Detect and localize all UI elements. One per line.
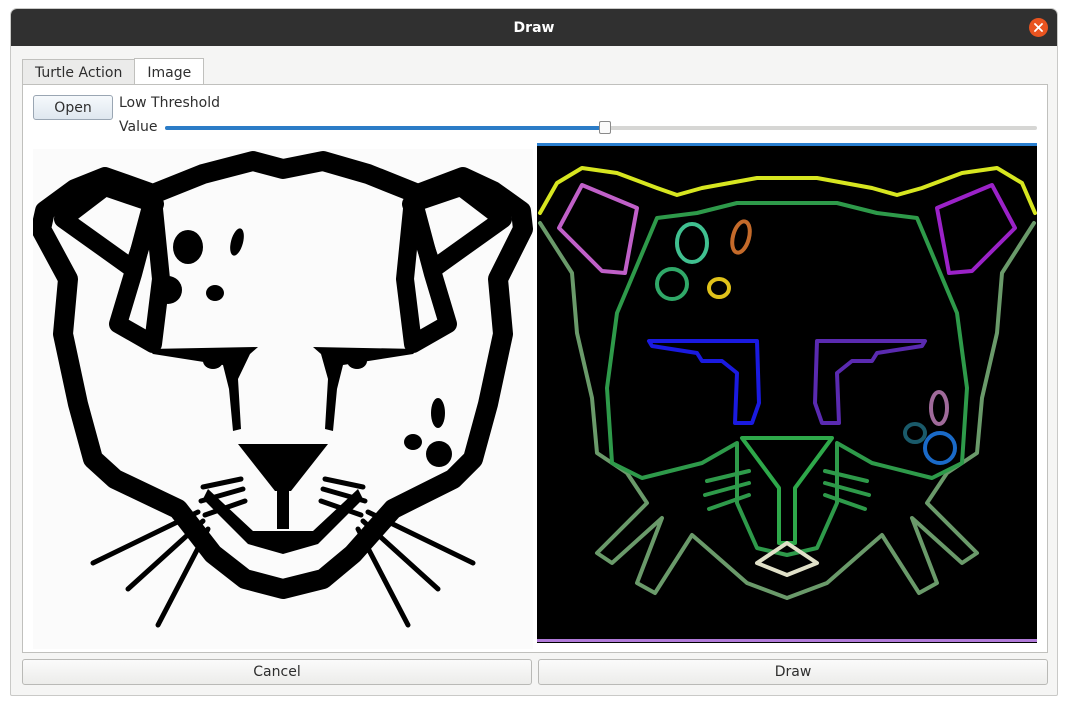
edge-spot-7 <box>923 431 957 465</box>
draw-dialog: Draw Turtle Action Image Open Low Thresh… <box>10 8 1058 696</box>
edge-right-ear <box>935 183 1017 275</box>
slider-fill <box>165 126 606 130</box>
low-threshold-slider[interactable] <box>165 121 1037 134</box>
edge-left-ear <box>557 183 639 275</box>
value-label: Value <box>119 119 158 135</box>
low-threshold-label: Low Threshold <box>119 95 221 111</box>
close-icon <box>1034 23 1043 32</box>
edge-left-whiskers <box>703 469 751 511</box>
edge-spot-3 <box>655 267 689 301</box>
edge-bottom-line <box>537 639 1037 642</box>
tab-turtle-action[interactable]: Turtle Action <box>22 59 136 85</box>
tab-bar: Turtle Action Image <box>22 57 205 86</box>
window-title: Draw <box>513 19 555 36</box>
ears <box>54 178 512 353</box>
tab-turtle-action-label: Turtle Action <box>35 64 123 81</box>
edge-spot-4 <box>707 277 731 299</box>
open-button-label: Open <box>54 99 92 116</box>
cancel-button-label: Cancel <box>253 664 301 680</box>
edge-right-eye <box>813 339 927 425</box>
open-button[interactable]: Open <box>33 95 113 120</box>
draw-button[interactable]: Draw <box>538 659 1048 685</box>
edge-top-line <box>537 143 1037 146</box>
edge-spot-2 <box>730 219 752 255</box>
image-tab-panel: Open Low Threshold Value <box>22 84 1048 653</box>
edge-spot-5 <box>929 390 949 426</box>
edge-nose <box>740 436 834 545</box>
eyes <box>148 347 418 431</box>
tab-image-label: Image <box>147 64 192 81</box>
draw-button-label: Draw <box>774 664 812 680</box>
original-image <box>33 149 533 649</box>
slider-handle[interactable] <box>599 121 612 134</box>
edge-spot-1 <box>675 222 709 264</box>
close-button[interactable] <box>1029 18 1048 37</box>
edge-inner-face <box>605 201 969 557</box>
tab-image[interactable]: Image <box>134 58 205 86</box>
cancel-button[interactable]: Cancel <box>22 659 532 685</box>
edge-right-whiskers <box>823 469 871 511</box>
edge-outer-top <box>538 166 1037 215</box>
edge-left-eye <box>647 339 761 425</box>
edge-mouth <box>755 541 819 577</box>
edge-spot-6 <box>903 422 927 444</box>
edge-image <box>537 143 1037 643</box>
title-bar: Draw <box>11 9 1057 46</box>
nose-mouth <box>203 444 363 554</box>
